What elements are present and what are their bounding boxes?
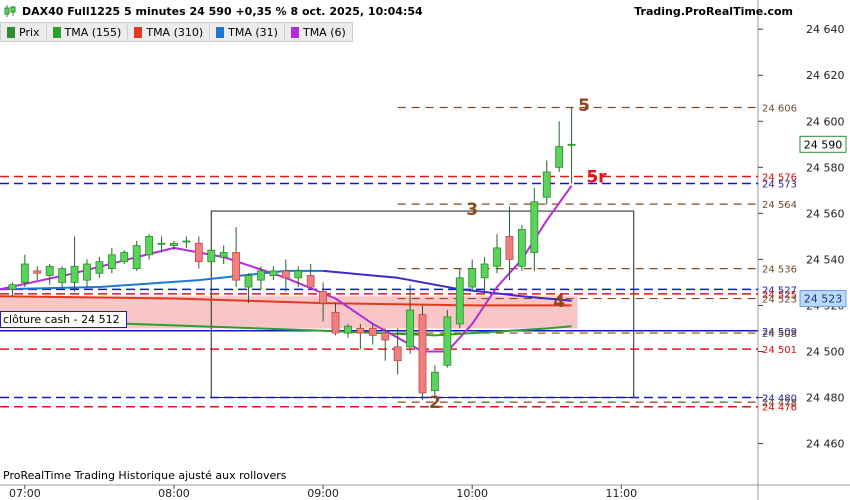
- price-tick-label: 24 460: [806, 438, 845, 451]
- candle-body: [493, 247, 501, 267]
- candle-body: [45, 265, 54, 276]
- candle-body: [443, 316, 452, 366]
- candle-body: [530, 201, 539, 253]
- cash-close-label: clôture cash - 24 512: [0, 311, 127, 328]
- level-label: 24 606: [762, 103, 797, 114]
- level-label: 24 564: [762, 200, 797, 211]
- time-tick-label: 07:00: [9, 487, 41, 500]
- price-tick-label: 24 600: [806, 115, 845, 128]
- candle-body: [58, 268, 67, 283]
- time-tick-label: 09:00: [307, 487, 339, 500]
- legend-swatch: [216, 26, 225, 38]
- candle-body: [368, 328, 377, 336]
- legend-swatch: [7, 26, 15, 38]
- candle-body: [468, 268, 477, 288]
- price-tick-label: 24 500: [806, 345, 845, 358]
- indicator-legend: Prix TMA (155) TMA (310) TMA (31) TMA (6…: [0, 22, 353, 42]
- chart-title-text: DAX40 Full1225 5 minutes 24 590 +0,35 % …: [22, 5, 423, 18]
- price-chart[interactable]: 24 60624 57624 57324 56424 53624 52724 5…: [0, 0, 850, 500]
- legend-swatch: [52, 26, 61, 38]
- candle-body: [455, 277, 464, 325]
- level-label: 24 573: [762, 179, 797, 190]
- candle-body: [281, 270, 290, 279]
- candle-body: [120, 252, 129, 263]
- candle-body: [182, 240, 191, 243]
- history-note: ProRealTime Trading Historique ajusté au…: [3, 469, 287, 482]
- candlestick-icon: [4, 5, 16, 17]
- price-tick-label: 24 640: [806, 23, 845, 36]
- candle-body: [244, 275, 253, 288]
- ma-value-label: 24 523: [804, 293, 843, 306]
- candle-body: [406, 309, 414, 348]
- candle-body: [107, 254, 116, 270]
- price-tick-label: 24 540: [806, 253, 845, 266]
- candle-body: [306, 275, 315, 288]
- legend-item-prix[interactable]: Prix: [1, 23, 47, 41]
- wave-label: 5r: [586, 168, 607, 188]
- price-tick-label: 24 560: [806, 207, 845, 220]
- legend-label: TMA (310): [146, 25, 204, 39]
- candle-body: [207, 249, 216, 263]
- wave-label: 3: [466, 200, 478, 220]
- legend-item-tma310[interactable]: TMA (310): [128, 23, 211, 41]
- price-tick-label: 24 580: [806, 161, 845, 174]
- candle-body: [431, 371, 439, 392]
- level-label: 24 508: [762, 329, 797, 340]
- candle-body: [194, 242, 203, 263]
- legend-label: TMA (6): [302, 25, 346, 39]
- level-label: 24 476: [762, 403, 797, 414]
- wave-label: 2: [429, 393, 441, 413]
- candle-body: [70, 265, 79, 283]
- candle-body: [269, 270, 278, 276]
- candle-body: [157, 242, 166, 245]
- candle-body: [542, 171, 551, 198]
- wave-label: 5: [578, 96, 590, 116]
- level-label: 24 523: [762, 295, 797, 306]
- time-tick-label: 10:00: [456, 487, 488, 500]
- candle-body: [20, 263, 29, 283]
- legend-label: TMA (155): [64, 25, 122, 39]
- price-tick-label: 24 480: [806, 392, 845, 405]
- legend-label: Prix: [19, 25, 40, 39]
- candle-body: [480, 263, 489, 279]
- candle-body: [344, 325, 352, 334]
- time-tick-label: 11:00: [605, 487, 637, 500]
- candle-body: [393, 346, 402, 362]
- candle-body: [219, 252, 228, 258]
- candle-body: [567, 143, 576, 146]
- legend-item-tma31[interactable]: TMA (31): [210, 23, 285, 41]
- time-tick-label: 08:00: [158, 487, 190, 500]
- candle-body: [418, 314, 427, 394]
- candle-body: [33, 270, 42, 274]
- candle-body: [294, 270, 303, 279]
- candle-body: [145, 235, 154, 256]
- candle-body: [232, 252, 240, 281]
- candle-body: [257, 270, 265, 281]
- chart-title: DAX40 Full1225 5 minutes 24 590 +0,35 % …: [4, 4, 423, 20]
- candle-body: [8, 284, 17, 290]
- wave-label: 4: [553, 292, 565, 312]
- legend-swatch: [290, 26, 299, 38]
- candle-body: [331, 311, 340, 334]
- candle-body: [356, 328, 365, 334]
- level-label: 24 501: [762, 345, 797, 356]
- candle-body: [83, 263, 91, 281]
- candle-body: [319, 291, 327, 304]
- candle-body: [381, 332, 390, 341]
- candle-body: [95, 261, 104, 274]
- legend-label: TMA (31): [228, 25, 278, 39]
- legend-item-tma6[interactable]: TMA (6): [285, 23, 352, 41]
- candle-body: [132, 245, 141, 270]
- price-tick-label: 24 620: [806, 69, 845, 82]
- candle-body: [505, 235, 514, 260]
- last-price-label: 24 590: [804, 138, 843, 151]
- legend-item-tma155[interactable]: TMA (155): [47, 23, 129, 41]
- candle-body: [518, 229, 526, 267]
- site-label: Trading.ProRealTime.com: [634, 5, 793, 18]
- candle-body: [555, 146, 564, 168]
- level-label: 24 536: [762, 265, 797, 276]
- candle-body: [170, 242, 178, 246]
- legend-swatch: [134, 26, 143, 38]
